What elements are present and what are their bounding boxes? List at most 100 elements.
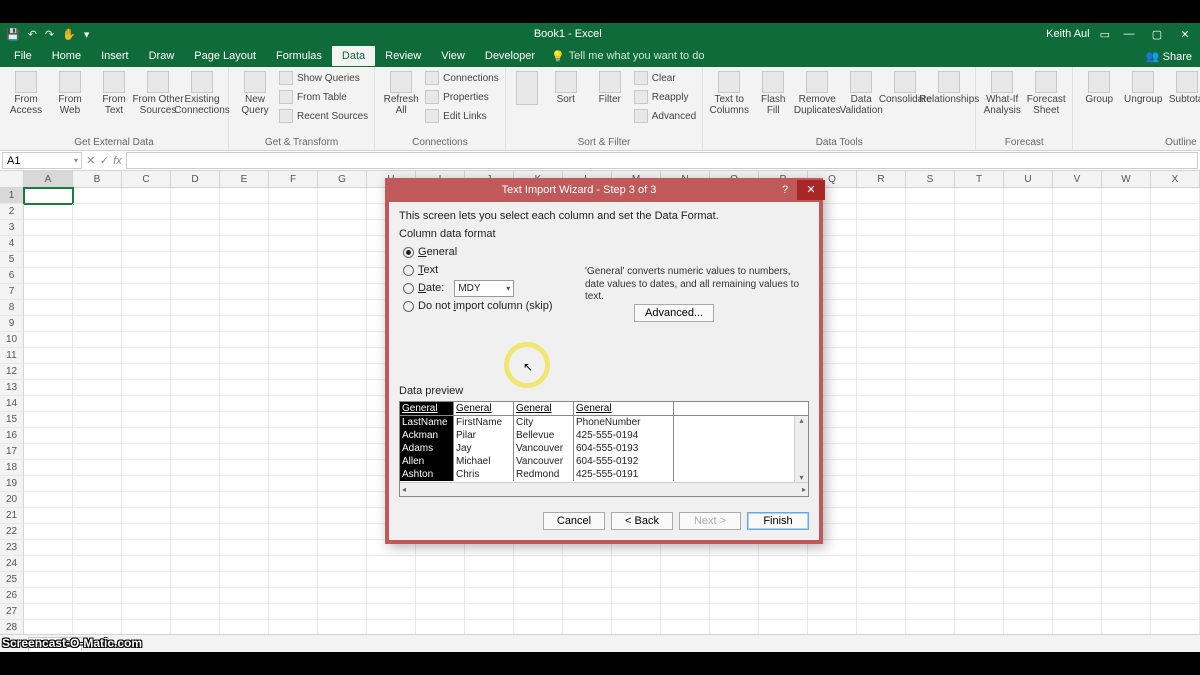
cell[interactable] xyxy=(122,236,171,252)
cell[interactable] xyxy=(906,300,955,316)
cell[interactable] xyxy=(1102,332,1151,348)
cell[interactable] xyxy=(857,444,906,460)
cell[interactable] xyxy=(220,524,269,540)
cell[interactable] xyxy=(1102,220,1151,236)
cell[interactable] xyxy=(73,204,122,220)
cell[interactable] xyxy=(269,252,318,268)
cell[interactable] xyxy=(122,204,171,220)
cell[interactable] xyxy=(1151,428,1200,444)
cell[interactable] xyxy=(1102,348,1151,364)
cell[interactable] xyxy=(318,316,367,332)
cell[interactable] xyxy=(906,220,955,236)
cell[interactable] xyxy=(955,620,1004,634)
data-tools-button-5[interactable]: Relationships xyxy=(929,69,969,106)
column-header[interactable]: E xyxy=(220,171,269,187)
cell[interactable] xyxy=(73,476,122,492)
cell[interactable] xyxy=(563,572,612,588)
cell[interactable] xyxy=(269,444,318,460)
cell[interactable] xyxy=(710,604,759,620)
cell[interactable] xyxy=(24,316,73,332)
show-queries-button[interactable]: Show Queries xyxy=(279,69,368,87)
cell[interactable] xyxy=(906,364,955,380)
connections-button[interactable]: Connections xyxy=(425,69,499,87)
cell[interactable] xyxy=(1053,348,1102,364)
cell[interactable] xyxy=(514,604,563,620)
edit-links-button[interactable]: Edit Links xyxy=(425,107,499,125)
cell[interactable] xyxy=(808,588,857,604)
get-external-button-0[interactable]: From Access xyxy=(6,69,46,116)
cell[interactable] xyxy=(367,604,416,620)
cell[interactable] xyxy=(1151,284,1200,300)
cell[interactable] xyxy=(318,300,367,316)
cell[interactable] xyxy=(1151,268,1200,284)
cell[interactable] xyxy=(906,428,955,444)
properties-button[interactable]: Properties xyxy=(425,88,499,106)
cell[interactable] xyxy=(955,284,1004,300)
cell[interactable] xyxy=(73,380,122,396)
cell[interactable] xyxy=(1004,540,1053,556)
cell[interactable] xyxy=(857,428,906,444)
cell[interactable] xyxy=(24,444,73,460)
cell[interactable] xyxy=(269,236,318,252)
cell[interactable] xyxy=(367,556,416,572)
cell[interactable] xyxy=(220,188,269,204)
cell[interactable] xyxy=(318,524,367,540)
cell[interactable] xyxy=(73,428,122,444)
cell[interactable] xyxy=(73,332,122,348)
filter-button[interactable]: Filter xyxy=(590,69,630,106)
cell[interactable] xyxy=(1053,332,1102,348)
cell[interactable] xyxy=(906,476,955,492)
cell[interactable] xyxy=(612,604,661,620)
forecast-button-1[interactable]: Forecast Sheet xyxy=(1026,69,1066,116)
cell[interactable] xyxy=(171,268,220,284)
cell[interactable] xyxy=(906,620,955,634)
cell[interactable] xyxy=(73,252,122,268)
cell[interactable] xyxy=(171,428,220,444)
cell[interactable] xyxy=(1004,188,1053,204)
cell[interactable] xyxy=(1151,508,1200,524)
cell[interactable] xyxy=(1004,428,1053,444)
refresh-all-button[interactable]: Refresh All xyxy=(381,69,421,116)
tab-data[interactable]: Data xyxy=(332,46,375,66)
cell[interactable] xyxy=(1102,604,1151,620)
cell[interactable] xyxy=(171,300,220,316)
cell[interactable] xyxy=(1102,508,1151,524)
cell[interactable] xyxy=(465,604,514,620)
row-header[interactable]: 6 xyxy=(0,268,24,284)
cell[interactable] xyxy=(73,588,122,604)
cell[interactable] xyxy=(857,412,906,428)
cell[interactable] xyxy=(171,524,220,540)
cell[interactable] xyxy=(24,396,73,412)
cell[interactable] xyxy=(1102,204,1151,220)
cell[interactable] xyxy=(955,444,1004,460)
cell[interactable] xyxy=(73,396,122,412)
cell[interactable] xyxy=(171,508,220,524)
redo-icon[interactable]: ↷ xyxy=(45,28,54,41)
cell[interactable] xyxy=(955,524,1004,540)
cell[interactable] xyxy=(1151,412,1200,428)
cell[interactable] xyxy=(1004,524,1053,540)
cell[interactable] xyxy=(73,492,122,508)
cell[interactable] xyxy=(318,444,367,460)
cell[interactable] xyxy=(1053,588,1102,604)
cell[interactable] xyxy=(955,604,1004,620)
tab-home[interactable]: Home xyxy=(42,46,91,66)
cell[interactable] xyxy=(906,204,955,220)
cell[interactable] xyxy=(171,572,220,588)
cell[interactable] xyxy=(857,252,906,268)
cell[interactable] xyxy=(220,380,269,396)
enter-formula-icon[interactable]: ✓ xyxy=(100,154,109,167)
cell[interactable] xyxy=(171,332,220,348)
row-header[interactable]: 8 xyxy=(0,300,24,316)
cell[interactable] xyxy=(73,236,122,252)
cell[interactable] xyxy=(318,380,367,396)
cell[interactable] xyxy=(906,396,955,412)
cell[interactable] xyxy=(808,572,857,588)
cell[interactable] xyxy=(122,444,171,460)
new-query-button[interactable]: New Query xyxy=(235,69,275,116)
cell[interactable] xyxy=(220,252,269,268)
cell[interactable] xyxy=(171,412,220,428)
cell[interactable] xyxy=(906,316,955,332)
cell[interactable] xyxy=(318,348,367,364)
cell[interactable] xyxy=(171,188,220,204)
